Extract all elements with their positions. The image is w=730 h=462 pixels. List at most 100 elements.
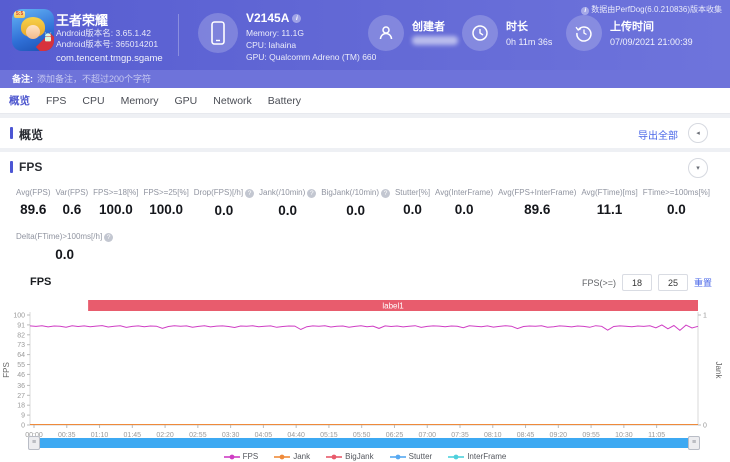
- help-icon[interactable]: ?: [381, 189, 391, 198]
- chart-header: FPS FPS(>=) 重置: [0, 274, 730, 292]
- help-icon[interactable]: ?: [307, 189, 317, 198]
- tab-GPU[interactable]: GPU: [175, 95, 198, 107]
- zoom-handle-left[interactable]: ≡: [28, 436, 40, 450]
- chart-zoom-scrollbar[interactable]: ≡ ≡: [28, 436, 700, 450]
- fps-threshold-input-1[interactable]: [621, 274, 652, 291]
- section-accent-bar: [10, 127, 13, 139]
- stat-avg-fps-: Avg(FPS) 89.6: [16, 188, 51, 217]
- fps-chart-svg[interactable]: label110091827364554636271890FPS10Jank00…: [0, 294, 730, 440]
- section-accent-bar: [10, 161, 13, 173]
- fps-section-title: FPS: [19, 160, 43, 174]
- reset-button[interactable]: 重置: [694, 276, 712, 289]
- legend-item-bigjank[interactable]: BigJank: [326, 452, 374, 461]
- legend-marker: [274, 454, 291, 459]
- svg-text:0: 0: [703, 423, 707, 430]
- fps-section: FPS ▾ Avg(FPS) 89.6 Var(FPS) 0.6 FPS>=18[%] 1…: [0, 152, 730, 462]
- note-placeholder[interactable]: 添加备注，不超过200个字符: [37, 74, 151, 84]
- android-icon: [43, 32, 53, 46]
- device-cpu: CPU: lahaina: [246, 40, 297, 50]
- creator-label: 创建者: [412, 21, 445, 33]
- tab-CPU[interactable]: CPU: [82, 95, 104, 107]
- svg-text:100: 100: [13, 313, 25, 320]
- tab-Battery[interactable]: Battery: [268, 95, 301, 107]
- creator-icon: [368, 15, 404, 51]
- device-model: V2145A i: [246, 11, 302, 25]
- upload-time-label: 上传时间: [610, 21, 654, 33]
- collapse-left-button[interactable]: ◂: [688, 123, 708, 143]
- svg-text:9: 9: [21, 413, 25, 420]
- svg-text:27: 27: [17, 393, 25, 400]
- legend-item-stutter[interactable]: Stutter: [389, 452, 432, 461]
- legend-marker: [223, 454, 240, 459]
- stat-fps-25-: FPS>=25[%] 100.0: [143, 188, 189, 217]
- tab-FPS[interactable]: FPS: [46, 95, 66, 107]
- stat-stutter-: Stutter[%] 0.0: [394, 188, 431, 217]
- stat-var-fps-: Var(FPS) 0.6: [55, 188, 89, 217]
- svg-text:55: 55: [17, 362, 25, 369]
- svg-text:FPS: FPS: [2, 362, 11, 378]
- note-label: 备注:: [12, 74, 33, 84]
- device-memory: Memory: 11.1G: [246, 28, 304, 38]
- collapse-down-button[interactable]: ▾: [688, 158, 708, 178]
- zoom-handle-right[interactable]: ≡: [688, 436, 700, 450]
- creator-value-redacted: [412, 36, 458, 45]
- svg-text:64: 64: [17, 352, 25, 359]
- overview-title: 概览: [19, 128, 44, 142]
- legend-item-fps[interactable]: FPS: [223, 452, 258, 461]
- collector-version-note: i 数据由PerfDog(6.0.210836)版本收集: [581, 4, 722, 15]
- svg-text:36: 36: [17, 383, 25, 390]
- stat-avg-interframe-: Avg(InterFrame) 0.0: [435, 188, 494, 217]
- stat-drop-fps-h-: Drop(FPS)[/h]? 0.0: [194, 188, 255, 218]
- fps-threshold-label: FPS(>=): [581, 277, 616, 288]
- stat-delta-ftime: Delta(FTime)>100ms[/h]? 0.0: [16, 232, 114, 262]
- phone-icon: [198, 13, 238, 53]
- app-title: 王者荣耀: [56, 13, 109, 28]
- upload-time-icon: [566, 15, 602, 51]
- fps-stats-row: Avg(FPS) 89.6 Var(FPS) 0.6 FPS>=18[%] 100.0 FP…: [0, 188, 730, 218]
- help-icon[interactable]: ?: [104, 233, 114, 242]
- svg-text:82: 82: [17, 332, 25, 339]
- stat-fps-18-: FPS>=18[%] 100.0: [93, 188, 139, 217]
- legend-item-jank[interactable]: Jank: [274, 452, 310, 461]
- stat-bigjank-10min-: BigJank(/10min)? 0.0: [321, 188, 391, 218]
- tab-Network[interactable]: Network: [213, 95, 252, 107]
- svg-text:46: 46: [17, 372, 25, 379]
- header: 5:5 王者荣耀 Android版本名: 3.65.1.42 Android版本…: [0, 0, 730, 70]
- device-info-icon[interactable]: i: [292, 14, 302, 23]
- stat-avg-ftime-ms-: Avg(FTime)[ms] 11.1: [581, 188, 638, 217]
- overview-section-header: 概览 导出全部 ◂: [0, 118, 730, 148]
- upload-time-value: 07/09/2021 21:00:39: [610, 37, 693, 47]
- stat-avg-fps-interframe-: Avg(FPS+InterFrame) 89.6: [498, 188, 577, 217]
- stat-jank-10min-: Jank(/10min)? 0.0: [259, 188, 317, 218]
- legend-item-interframe[interactable]: InterFrame: [448, 452, 506, 461]
- header-divider: [178, 14, 179, 56]
- info-icon: i: [581, 7, 590, 15]
- chart-title: FPS: [30, 276, 52, 288]
- legend-marker: [389, 454, 406, 459]
- fps-threshold-input-2[interactable]: [657, 274, 688, 291]
- fps-chart: label1 100 91 82 73 64 55 46 36 27 18 9 0 FPS 1 0 Jank 00…: [0, 294, 730, 462]
- perfdog-report-page: 5:5 王者荣耀 Android版本名: 3.65.1.42 Android版本…: [0, 0, 730, 462]
- svg-text:18: 18: [17, 403, 25, 410]
- svg-text:91: 91: [17, 322, 25, 329]
- tab-Memory[interactable]: Memory: [121, 95, 159, 107]
- android-version-name: Android版本名: 3.65.1.42: [56, 28, 151, 38]
- package-name: com.tencent.tmgp.sgame: [56, 53, 163, 64]
- fps-stats-row2: Delta(FTime)>100ms[/h]? 0.0: [16, 232, 114, 262]
- fps-threshold-controls: FPS(>=) 重置: [582, 274, 712, 291]
- export-all-button[interactable]: 导出全部: [638, 127, 678, 142]
- duration-icon: [462, 15, 498, 51]
- duration-label: 时长: [506, 21, 528, 33]
- note-bar: 备注: 添加备注，不超过200个字符: [0, 70, 730, 88]
- android-version-code: Android版本号: 365014201: [56, 39, 159, 49]
- help-icon[interactable]: ?: [245, 189, 255, 198]
- svg-text:73: 73: [17, 342, 25, 349]
- device-gpu: GPU: Qualcomm Adreno (TM) 660: [246, 52, 377, 62]
- tab-bar: 概览 FPS CPU Memory GPU Network Battery: [0, 88, 730, 114]
- svg-text:1: 1: [703, 313, 707, 320]
- svg-text:0: 0: [21, 423, 25, 430]
- legend-marker: [326, 454, 343, 459]
- tab-概览[interactable]: 概览: [9, 93, 30, 108]
- duration-value: 0h 11m 36s: [506, 37, 553, 47]
- svg-text:Jank: Jank: [714, 362, 723, 380]
